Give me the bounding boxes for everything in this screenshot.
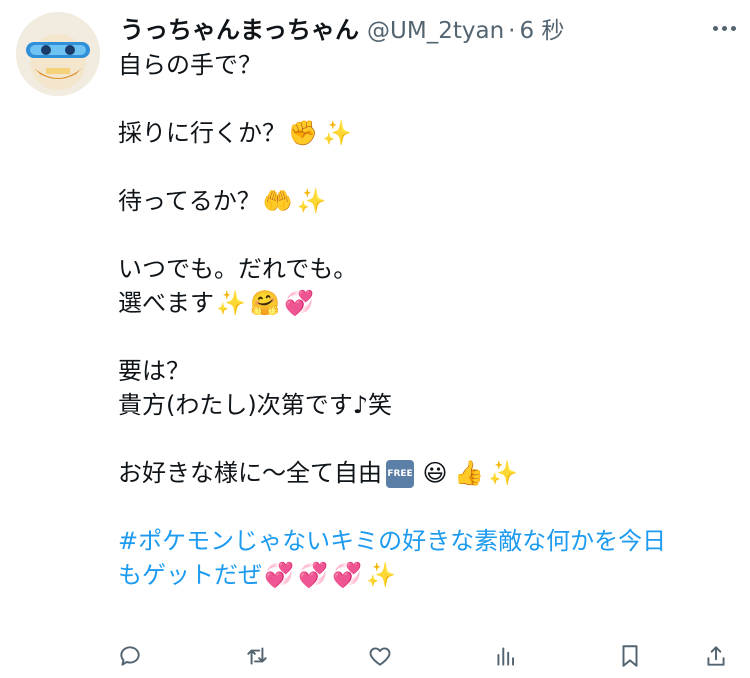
tweet-header: うっちゃんまっちゃん @UM_2tyan · 6 秒 [120, 10, 564, 46]
emoji: ✨ [322, 119, 352, 147]
action-bar [0, 636, 750, 676]
line-text: 採りに行くか？ [118, 119, 286, 147]
text-line: 自らの手で？ [118, 48, 738, 82]
tweet-text: 自らの手で？ 採りに行くか？✊ ✨ 待ってるか？🤲 ✨ いつでも。だれでも。 選べます✨ 🤗 💞… [118, 48, 738, 592]
user-handle[interactable]: @UM_2tyan [367, 18, 504, 44]
line-text: 待ってるか？ [118, 187, 261, 215]
emoji: ✨ [366, 561, 396, 589]
emoji: 😃 [422, 459, 448, 487]
emoji: ✨ [216, 289, 246, 317]
retweet-icon[interactable] [241, 640, 273, 672]
text-line: 採りに行くか？✊ ✨ [118, 116, 738, 150]
timestamp[interactable]: 6 秒 [519, 11, 564, 45]
emoji: 🤲 [262, 187, 293, 215]
avatar-image [16, 12, 100, 96]
separator: · [508, 18, 516, 44]
text-line: 選べます✨ 🤗 💞 [118, 286, 738, 320]
avatar[interactable] [16, 12, 100, 96]
text-line: いつでも。だれでも。 [118, 252, 738, 286]
free-button-emoji: FREE [386, 460, 414, 488]
line-text: もゲットだぜ [118, 561, 262, 589]
emoji: ✊ [288, 119, 318, 147]
text-line: 要は？ [118, 354, 738, 388]
emoji: 💞 [298, 561, 328, 589]
bookmark-icon[interactable] [614, 640, 646, 672]
views-icon[interactable] [490, 640, 522, 672]
text-line: お好きな様に〜全て自由 FREE 😃 👍 ✨ [118, 456, 738, 490]
heart-icon[interactable] [364, 640, 396, 672]
text-line: 貴方(わたし)次第です♪笑 [118, 388, 738, 422]
emoji: ✨ [296, 187, 327, 215]
line-text: 要は？ [118, 357, 190, 385]
emoji: 🤗 [250, 289, 280, 317]
emoji: 💞 [264, 561, 294, 589]
emoji: 💞 [284, 289, 314, 317]
emoji: 💞 [332, 561, 362, 589]
reply-icon[interactable] [114, 640, 146, 672]
line-text: いつでも。だれでも。 [118, 255, 358, 283]
text-line: 待ってるか？🤲 ✨ [118, 184, 738, 218]
line-text: 自らの手で？ [118, 51, 262, 79]
display-name[interactable]: うっちゃんまっちゃん [120, 10, 359, 45]
hashtag-line[interactable]: #ポケモンじゃないキミの好きな素敵な何かを今日 [118, 524, 738, 558]
line-text: 貴方(わたし)次第です♪笑 [118, 391, 393, 419]
hashtag-line[interactable]: もゲットだぜ💞 💞 💞 ✨ [118, 558, 738, 592]
share-icon[interactable] [700, 640, 732, 672]
more-icon[interactable] [706, 16, 742, 40]
emoji: ✨ [488, 459, 518, 487]
line-text: #ポケモンじゃないキミの好きな素敵な何かを今日 [118, 527, 667, 555]
tweet: うっちゃんまっちゃん @UM_2tyan · 6 秒 自らの手で？ 採りに行くか？… [0, 0, 750, 678]
line-text: お好きな様に〜全て自由 [118, 459, 382, 487]
line-text: 選べます [118, 289, 214, 317]
emoji: 👍 [454, 459, 484, 487]
